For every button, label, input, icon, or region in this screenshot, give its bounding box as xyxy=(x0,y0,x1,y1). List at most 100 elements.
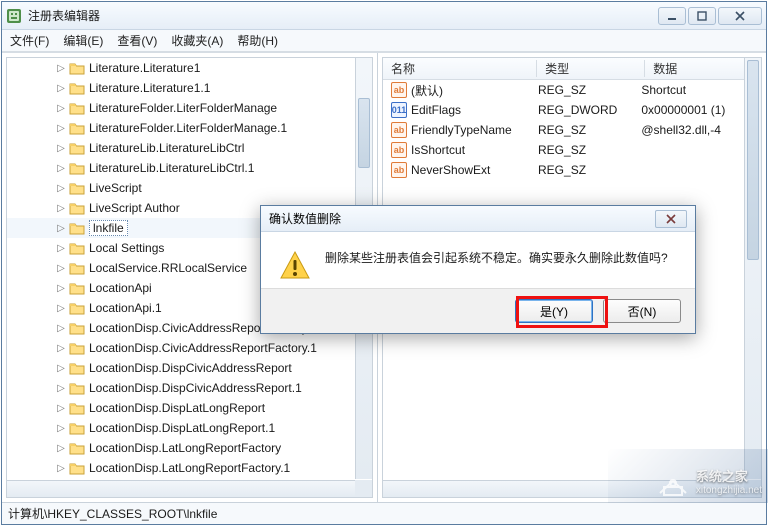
tree-scrollbar-horizontal[interactable] xyxy=(7,480,355,497)
titlebar[interactable]: 注册表编辑器 xyxy=(2,2,766,30)
tree-item-label: LiveScript Author xyxy=(89,201,180,215)
menu-file[interactable]: 文件(F) xyxy=(10,32,49,49)
tree-item[interactable]: ▷ LiveScript xyxy=(7,178,355,198)
value-row[interactable]: abIsShortcutREG_SZ xyxy=(383,140,744,160)
value-row[interactable]: abNeverShowExtREG_SZ xyxy=(383,160,744,180)
expand-icon[interactable]: ▷ xyxy=(55,263,67,274)
expand-icon[interactable]: ▷ xyxy=(55,163,67,174)
expand-icon[interactable]: ▷ xyxy=(55,363,67,374)
expand-icon[interactable]: ▷ xyxy=(55,463,67,474)
tree-item[interactable]: ▷ Literature.Literature1.1 xyxy=(7,78,355,98)
column-header[interactable]: 名称 xyxy=(383,60,537,77)
value-type: REG_SZ xyxy=(530,83,633,97)
dialog-yes-button[interactable]: 是(Y) xyxy=(515,299,593,323)
tree-item-label: LocationDisp.LatLongReportFactory xyxy=(89,441,281,455)
confirm-delete-dialog: 确认数值删除 删除某些注册表值会引起系统不稳定。确实要永久删除此数值吗? 是(Y… xyxy=(260,205,696,334)
value-type: REG_DWORD xyxy=(530,103,633,117)
expand-icon[interactable]: ▷ xyxy=(55,83,67,94)
folder-icon xyxy=(69,321,85,335)
menubar: 文件(F) 编辑(E) 查看(V) 收藏夹(A) 帮助(H) xyxy=(2,30,766,52)
dialog-no-button[interactable]: 否(N) xyxy=(603,299,681,323)
values-header[interactable]: 名称类型数据 xyxy=(383,58,761,80)
string-icon: ab xyxy=(391,162,407,178)
folder-icon xyxy=(69,301,85,315)
expand-icon[interactable]: ▷ xyxy=(55,343,67,354)
folder-icon xyxy=(69,201,85,215)
statusbar-path: 计算机\HKEY_CLASSES_ROOT\lnkfile xyxy=(8,505,217,522)
close-button[interactable] xyxy=(718,7,762,25)
expand-icon[interactable]: ▷ xyxy=(55,303,67,314)
tree-item-label: LocalService.RRLocalService xyxy=(89,261,247,275)
tree-item[interactable]: ▷LiteratureLib.LiteratureLibCtrl.1 xyxy=(7,158,355,178)
tree-item[interactable]: ▷ LocationDisp.LatLongReportFactory.1 xyxy=(7,458,355,478)
expand-icon[interactable]: ▷ xyxy=(55,203,67,214)
value-name: IsShortcut xyxy=(411,143,465,157)
menu-favorites[interactable]: 收藏夹(A) xyxy=(171,32,223,49)
tree-item[interactable]: ▷ LiteratureFolder.LiterFolderManage.1 xyxy=(7,118,355,138)
tree-item[interactable]: ▷LiteratureLib.LiteratureLibCtrl xyxy=(7,138,355,158)
value-row[interactable]: abFriendlyTypeNameREG_SZ@shell32.dll,-4 xyxy=(383,120,744,140)
tree-item[interactable]: ▷ LocationDisp.LatLongReportFactory xyxy=(7,438,355,458)
folder-icon xyxy=(69,401,85,415)
string-icon: ab xyxy=(391,122,407,138)
dialog-message: 删除某些注册表值会引起系统不稳定。确实要永久删除此数值吗? xyxy=(325,250,668,267)
scroll-corner xyxy=(355,480,372,497)
tree-item-label: LiveScript xyxy=(89,181,142,195)
expand-icon[interactable]: ▷ xyxy=(55,323,67,334)
expand-icon[interactable]: ▷ xyxy=(55,103,67,114)
expand-icon[interactable]: ▷ xyxy=(55,223,67,234)
watermark: 系统之家 xitongzhijia.net xyxy=(656,469,762,497)
folder-icon xyxy=(69,181,85,195)
folder-icon xyxy=(69,101,85,115)
value-data: Shortcut xyxy=(633,83,744,97)
expand-icon[interactable]: ▷ xyxy=(55,383,67,394)
folder-icon xyxy=(69,441,85,455)
dialog-button-row: 是(Y) 否(N) xyxy=(261,288,695,333)
tree-item-label: LiteratureFolder.LiterFolderManage.1 xyxy=(89,121,287,135)
tree-item[interactable]: ▷ LocationDisp.DispCivicAddressReport.1 xyxy=(7,378,355,398)
maximize-button[interactable] xyxy=(688,7,716,25)
folder-icon xyxy=(69,281,85,295)
tree-item-label: LiteratureFolder.LiterFolderManage xyxy=(89,101,277,115)
menu-view[interactable]: 查看(V) xyxy=(117,32,157,49)
minimize-button[interactable] xyxy=(658,7,686,25)
dword-icon: 011 xyxy=(391,102,407,118)
tree-item-label: Local Settings xyxy=(89,241,164,255)
folder-icon xyxy=(69,421,85,435)
values-scrollbar-vertical[interactable] xyxy=(744,58,761,479)
folder-icon xyxy=(69,241,85,255)
expand-icon[interactable]: ▷ xyxy=(55,403,67,414)
tree-item[interactable]: ▷LocationDisp.DispLatLongReport.1 xyxy=(7,418,355,438)
expand-icon[interactable]: ▷ xyxy=(55,283,67,294)
tree-item[interactable]: ▷ LocationDisp.CivicAddressReportFactory.… xyxy=(7,338,355,358)
expand-icon[interactable]: ▷ xyxy=(55,423,67,434)
tree-item-label: LocationDisp.LatLongReportFactory.1 xyxy=(89,461,290,475)
tree-item[interactable]: ▷ LocationDisp.DispLatLongReport xyxy=(7,398,355,418)
expand-icon[interactable]: ▷ xyxy=(55,143,67,154)
tree-item[interactable]: ▷Literature.Literature1 xyxy=(7,58,355,78)
tree-item[interactable]: ▷LocationDisp.DispCivicAddressReport xyxy=(7,358,355,378)
menu-edit[interactable]: 编辑(E) xyxy=(63,32,103,49)
value-name: NeverShowExt xyxy=(411,163,490,177)
expand-icon[interactable]: ▷ xyxy=(55,243,67,254)
column-header[interactable]: 类型 xyxy=(537,60,645,77)
tree-item-label: LocationDisp.CivicAddressReportFactory.1 xyxy=(89,341,317,355)
tree-item-label: LocationApi xyxy=(89,281,152,295)
tree-item-label: LocationDisp.DispLatLongReport xyxy=(89,401,265,415)
statusbar: 计算机\HKEY_CLASSES_ROOT\lnkfile xyxy=(2,502,766,524)
tree-item[interactable]: ▷ LiteratureFolder.LiterFolderManage xyxy=(7,98,355,118)
expand-icon[interactable]: ▷ xyxy=(55,123,67,134)
expand-icon[interactable]: ▷ xyxy=(55,63,67,74)
expand-icon[interactable]: ▷ xyxy=(55,183,67,194)
dialog-titlebar[interactable]: 确认数值删除 xyxy=(261,206,695,232)
tree-item-label: LocationDisp.DispCivicAddressReport.1 xyxy=(89,381,302,395)
dialog-close-button[interactable] xyxy=(655,210,687,228)
value-row[interactable]: ab(默认)REG_SZShortcut xyxy=(383,80,744,100)
tree-item-label: lnkfile xyxy=(89,220,128,236)
value-name: (默认) xyxy=(411,82,443,99)
tree-item-label: Literature.Literature1.1 xyxy=(89,81,210,95)
menu-help[interactable]: 帮助(H) xyxy=(237,32,278,49)
expand-icon[interactable]: ▷ xyxy=(55,443,67,454)
value-data: 0x00000001 (1) xyxy=(633,103,744,117)
value-row[interactable]: 011EditFlagsREG_DWORD0x00000001 (1) xyxy=(383,100,744,120)
